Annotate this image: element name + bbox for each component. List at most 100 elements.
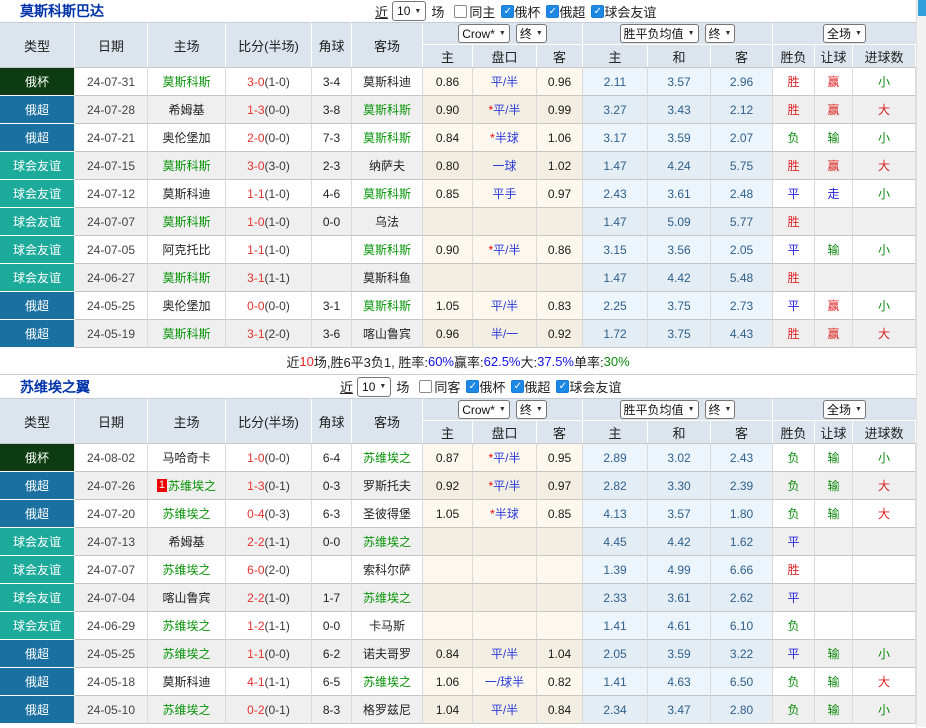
cell-handicap: 平/半 (473, 696, 537, 724)
home-team-name[interactable]: 莫斯科斯 (162, 73, 210, 90)
company-select[interactable]: Crow*▼ (458, 24, 510, 43)
cell-home-team: 阿克托比 (148, 236, 226, 264)
games-count-select[interactable]: 10▼ (392, 1, 426, 21)
header-right-columns: Crow*▼ 终▼ 胜平负均值▼ 终▼ 全场▼ 主 盘口 客 主 (423, 23, 916, 67)
league-checkbox[interactable]: ✓ (466, 380, 479, 393)
away-team-name[interactable]: 莫斯科斯 (363, 129, 411, 146)
average-select[interactable]: 胜平负均值▼ (620, 400, 699, 419)
home-team-name[interactable]: 苏维埃之 (162, 701, 210, 718)
home-team-name[interactable]: 莫斯科斯 (162, 325, 210, 342)
away-team-name[interactable]: 乌法 (375, 213, 399, 230)
games-count-select[interactable]: 10▼ (357, 377, 391, 397)
home-team-name[interactable]: 苏维埃之 (162, 561, 210, 578)
cell-corner: 3-4 (312, 68, 352, 96)
league-checkbox[interactable]: ✓ (591, 5, 604, 18)
away-team-name[interactable]: 莫斯科斯 (363, 241, 411, 258)
average-final-select[interactable]: 终▼ (705, 400, 736, 419)
home-team-name[interactable]: 莫斯科斯 (162, 269, 210, 286)
league-checkbox[interactable]: ✓ (546, 5, 559, 18)
away-team-name[interactable]: 苏维埃之 (363, 533, 411, 550)
vertical-scrollbar[interactable] (916, 0, 926, 727)
cell-away-team: 罗斯托夫 (352, 472, 423, 500)
score-halftime: (0-1) (265, 479, 290, 493)
home-team-name[interactable]: 希姆基 (168, 533, 204, 550)
away-team-name[interactable]: 苏维埃之 (363, 449, 411, 466)
home-team-name[interactable]: 喀山鲁宾 (162, 589, 210, 606)
scope-select[interactable]: 全场▼ (823, 24, 866, 43)
company-final-select[interactable]: 终▼ (516, 400, 547, 419)
score-halftime: (1-0) (265, 215, 290, 229)
away-team-name[interactable]: 圣彼得堡 (363, 505, 411, 522)
same-venue-checkbox[interactable] (419, 380, 432, 393)
match-row: 俄杯 24-07-31 莫斯科斯 3-0(1-0) 3-4 莫斯科迪 0.86 … (0, 68, 916, 96)
cell-score: 1-1(0-0) (226, 640, 312, 668)
cell-score: 3-0(1-0) (226, 68, 312, 96)
cell-handicap-result (815, 612, 853, 640)
summary-row: 近10场,胜6平3负1, 胜率:60% 赢率:62.5% 大:37.5% 单率:… (0, 348, 916, 375)
away-team-name[interactable]: 莫斯科迪 (363, 73, 411, 90)
home-team-name[interactable]: 莫斯科迪 (162, 673, 210, 690)
cell-corner: 1-7 (312, 584, 352, 612)
away-team-name[interactable]: 莫斯科斯 (363, 297, 411, 314)
home-team-name[interactable]: 奥伦堡加 (162, 297, 210, 314)
away-team-name[interactable]: 莫斯科斯 (363, 101, 411, 118)
home-team-name[interactable]: 奥伦堡加 (162, 129, 210, 146)
header-left-columns: 类型 日期 主场 比分(半场) 角球 客场 (0, 399, 423, 443)
league-label: 俄超 (524, 377, 550, 396)
away-team-name[interactable]: 苏维埃之 (363, 673, 411, 690)
home-team-name[interactable]: 苏维埃之 (162, 617, 210, 634)
same-venue-checkbox[interactable] (454, 5, 467, 18)
cell-handicap-result (815, 528, 853, 556)
average-select[interactable]: 胜平负均值▼ (620, 24, 699, 43)
away-team-name[interactable]: 喀山鲁宾 (363, 325, 411, 342)
home-team-name[interactable]: 马哈奇卡 (162, 449, 210, 466)
away-team-name[interactable]: 纳萨夫 (369, 157, 405, 174)
company-final-select[interactable]: 终▼ (516, 24, 547, 43)
away-team-name[interactable]: 诺夫哥罗 (363, 645, 411, 662)
home-team-name[interactable]: 希姆基 (168, 101, 204, 118)
average-final-select[interactable]: 终▼ (705, 24, 736, 43)
cell-goals: 小 (853, 444, 916, 472)
scope-select[interactable]: 全场▼ (823, 400, 866, 419)
home-team-name[interactable]: 苏维埃之 (162, 505, 210, 522)
league-filter: ✓ 俄超 (505, 377, 550, 396)
league-checkbox[interactable]: ✓ (501, 5, 514, 18)
league-label: 俄杯 (514, 2, 540, 21)
away-team-name[interactable]: 莫斯科鱼 (363, 269, 411, 286)
cell-goals: 大 (853, 668, 916, 696)
away-team-name[interactable]: 苏维埃之 (363, 589, 411, 606)
cell-league-type: 球会友谊 (0, 180, 75, 208)
league-checkbox[interactable]: ✓ (556, 380, 569, 393)
home-team-name[interactable]: 阿克托比 (162, 241, 210, 258)
cell-avg-away: 1.80 (711, 500, 773, 528)
header-cell-score: 比分(半场) (226, 399, 312, 443)
cell-handicap-result: 输 (815, 472, 853, 500)
away-team-name[interactable]: 莫斯科斯 (363, 185, 411, 202)
handicap-text: 平/半 (493, 477, 520, 494)
cell-odds-home (423, 556, 473, 584)
league-checkbox[interactable]: ✓ (511, 380, 524, 393)
table-body: 俄杯 24-08-02 马哈奇卡 1-0(0-0) 6-4 苏维埃之 0.87 … (0, 444, 916, 724)
cell-handicap: *半球 (473, 124, 537, 152)
home-team-name[interactable]: 苏维埃之 (168, 477, 216, 494)
home-team-name[interactable]: 莫斯科斯 (162, 213, 210, 230)
scrollbar-thumb[interactable] (918, 0, 926, 16)
cell-avg-home: 1.47 (583, 152, 648, 180)
company-select[interactable]: Crow*▼ (458, 400, 510, 419)
away-team-name[interactable]: 卡马斯 (369, 617, 405, 634)
score-halftime: (1-0) (265, 591, 290, 605)
home-team-name[interactable]: 苏维埃之 (162, 645, 210, 662)
cell-away-team: 圣彼得堡 (352, 500, 423, 528)
home-team-name[interactable]: 莫斯科斯 (162, 157, 210, 174)
cell-avg-home: 2.05 (583, 640, 648, 668)
home-team-name[interactable]: 莫斯科迪 (162, 185, 210, 202)
away-team-name[interactable]: 罗斯托夫 (363, 477, 411, 494)
summary-segment: 60% (428, 354, 454, 369)
cell-home-team: 喀山鲁宾 (148, 584, 226, 612)
near-link[interactable]: 近 (340, 377, 353, 396)
cell-score: 3-1(2-0) (226, 320, 312, 348)
away-team-name[interactable]: 索科尔萨 (363, 561, 411, 578)
score-halftime: (0-0) (265, 103, 290, 117)
away-team-name[interactable]: 格罗兹尼 (363, 701, 411, 718)
near-link[interactable]: 近 (375, 2, 388, 21)
